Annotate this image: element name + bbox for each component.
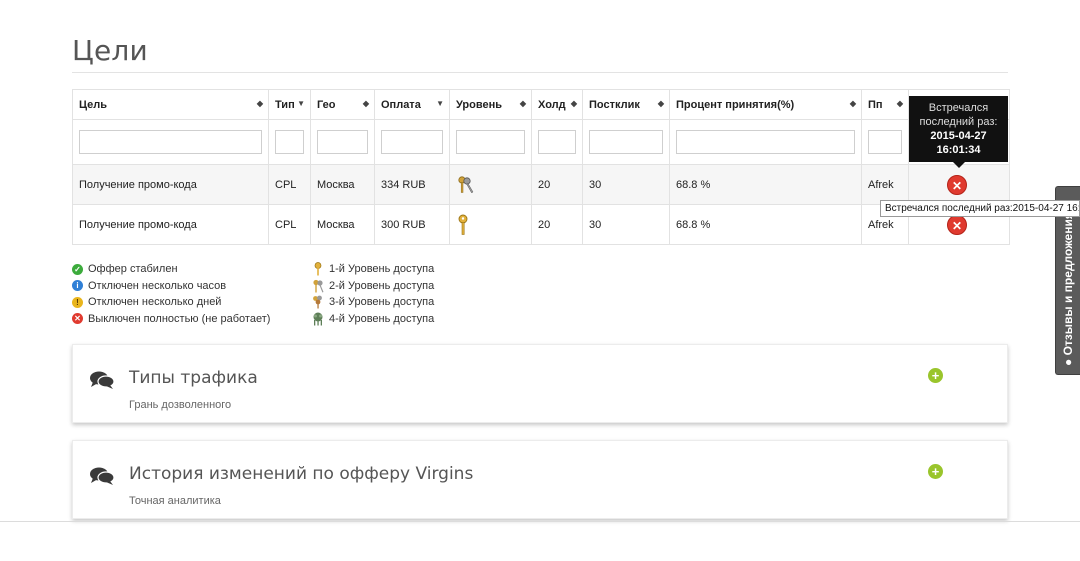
info-blue-icon: i — [72, 280, 83, 292]
sort-desc-icon: ▼ — [297, 99, 305, 108]
filter-input-payment[interactable] — [381, 130, 443, 154]
cell-postclick: 30 — [582, 204, 670, 245]
level-1-key-icon — [458, 214, 468, 235]
warning-yellow-icon: ! — [72, 296, 83, 308]
cell-acceptance: 68.8 % — [669, 204, 862, 245]
filter-row — [72, 119, 1010, 165]
panel-title: История изменений по офферу Virgins — [129, 464, 474, 484]
sort-icon: ◆ — [362, 99, 369, 108]
legend-item: 4-й Уровень доступа — [312, 311, 434, 328]
table-row: Получение промо-кода CPL Москва 334 RUB … — [72, 164, 1010, 205]
legend-item: 1-й Уровень доступа — [312, 261, 434, 278]
comments-icon — [90, 467, 115, 485]
close-red-icon: ✕ — [72, 313, 83, 325]
cell-payment: 300 RUB — [374, 204, 450, 245]
column-header-goal[interactable]: Цель ◆ — [72, 89, 269, 120]
panel-title: Типы трафика — [129, 368, 258, 388]
filter-input-hold[interactable] — [538, 130, 576, 154]
cell-postclick: 30 — [582, 164, 670, 205]
level-3-keys-icon — [313, 295, 322, 309]
column-header-hold[interactable]: Холд ◆ — [531, 89, 583, 120]
level-4-keys-icon — [313, 312, 323, 326]
cell-geo: Москва — [310, 164, 375, 205]
level-2-keys-icon — [458, 175, 474, 193]
title-divider — [72, 72, 1008, 73]
column-header-payment[interactable]: Оплата ▼ — [374, 89, 450, 120]
sort-desc-icon: ▼ — [436, 99, 444, 108]
filter-input-goal[interactable] — [79, 130, 262, 154]
cell-hold: 20 — [531, 164, 583, 205]
cell-status: ✕ — [908, 164, 1010, 205]
panel-subtitle: Грань дозволенного — [129, 399, 232, 411]
sort-icon: ◆ — [657, 99, 664, 108]
sort-icon: ◆ — [256, 99, 263, 108]
check-green-icon: ✓ — [72, 263, 83, 275]
legend-item: ! Отключен несколько дней — [72, 294, 270, 311]
column-header-type[interactable]: Тип ▼ — [268, 89, 311, 120]
legend-item: i Отключен несколько часов — [72, 278, 270, 295]
column-header-level[interactable]: Уровень ◆ — [449, 89, 532, 120]
panel-subtitle: Точная аналитика — [129, 495, 221, 507]
cell-pp: Afrek — [861, 164, 909, 205]
legend-item: ✓ Оффер стабилен — [72, 261, 270, 278]
expand-plus-icon[interactable]: + — [928, 464, 943, 479]
legend-item: 3-й Уровень доступа — [312, 294, 434, 311]
sort-icon: ◆ — [849, 99, 856, 108]
goals-table: Цель ◆ Тип ▼ Гео ◆ Оплата ▼ Уровень ◆ Холд ◆ П… — [72, 89, 1010, 245]
filter-input-postclick[interactable] — [589, 130, 663, 154]
legend-item: ✕ Выключен полностью (не работает) — [72, 311, 270, 328]
footer-divider — [0, 521, 1080, 522]
filter-input-acceptance[interactable] — [676, 130, 855, 154]
cell-level — [449, 204, 532, 245]
sort-icon: ◆ — [570, 99, 577, 108]
cell-geo: Москва — [310, 204, 375, 245]
level-2-keys-icon — [313, 279, 324, 293]
level-1-key-icon — [314, 262, 322, 276]
close-red-icon[interactable]: ✕ — [947, 214, 967, 235]
filter-input-level[interactable] — [456, 130, 525, 154]
legend-item: 2-й Уровень доступа — [312, 278, 434, 295]
traffic-types-panel[interactable]: Типы трафика Грань дозволенного + — [72, 344, 1008, 423]
sort-icon: ◆ — [896, 99, 903, 108]
cell-goal: Получение промо-кода — [72, 164, 269, 205]
column-header-postclick[interactable]: Постклик ◆ — [582, 89, 670, 120]
cell-payment: 334 RUB — [374, 164, 450, 205]
column-header-acceptance[interactable]: Процент принятия(%) ◆ — [669, 89, 862, 120]
last-seen-tooltip: Встречался последний раз: 2015-04-27 16:… — [909, 96, 1008, 168]
expand-plus-icon[interactable]: + — [928, 368, 943, 383]
filter-input-pp[interactable] — [868, 130, 902, 154]
access-level-legend: 1-й Уровень доступа 2-й Уровень доступа … — [312, 261, 434, 327]
last-seen-native-tooltip: Встречался последний раз:2015-04-27 16:0… — [880, 200, 1080, 217]
cell-hold: 20 — [531, 204, 583, 245]
cell-type: CPL — [268, 204, 311, 245]
comments-icon — [90, 371, 115, 389]
cell-level — [449, 164, 532, 205]
cell-type: CPL — [268, 164, 311, 205]
table-row: Получение промо-кода CPL Москва 300 RUB … — [72, 204, 1010, 245]
filter-input-geo[interactable] — [317, 130, 368, 154]
column-header-pp[interactable]: Пп ◆ — [861, 89, 909, 120]
offer-history-panel[interactable]: История изменений по офферу Virgins Точн… — [72, 440, 1008, 519]
table-header-row: Цель ◆ Тип ▼ Гео ◆ Оплата ▼ Уровень ◆ Холд ◆ П… — [72, 89, 1010, 120]
lightbulb-icon: ● — [1061, 358, 1075, 366]
status-legend: ✓ Оффер стабилен i Отключен несколько часо… — [72, 261, 270, 327]
cell-goal: Получение промо-кода — [72, 204, 269, 245]
sort-icon: ◆ — [519, 99, 526, 108]
filter-input-type[interactable] — [275, 130, 304, 154]
close-red-icon[interactable]: ✕ — [947, 174, 967, 195]
column-header-geo[interactable]: Гео ◆ — [310, 89, 375, 120]
cell-acceptance: 68.8 % — [669, 164, 862, 205]
page-title: Цели — [72, 34, 148, 67]
